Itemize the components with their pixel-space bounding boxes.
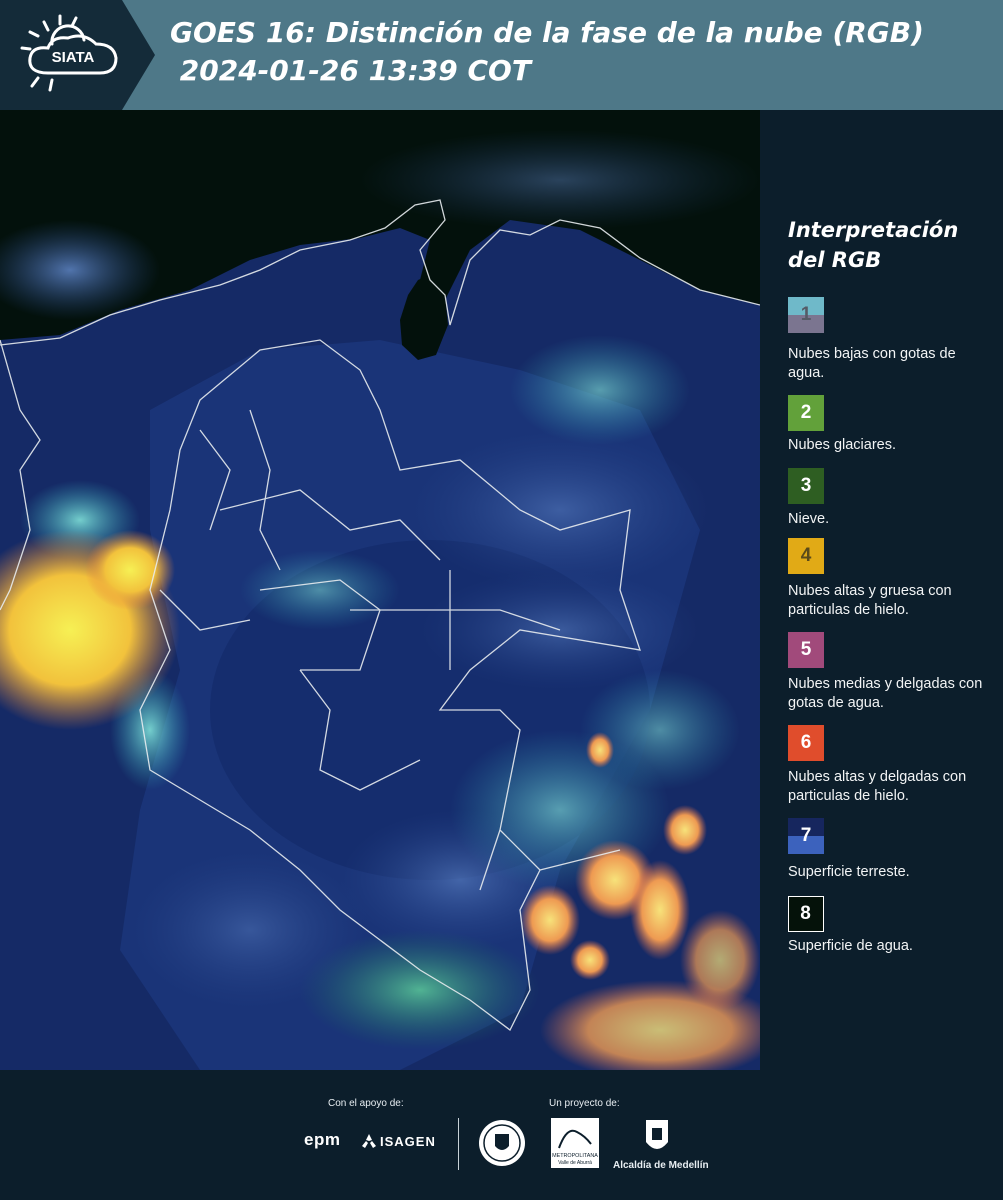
legend-heading-line-1: Interpretación [788, 218, 959, 242]
legend-label-7: Superficie terreste. [788, 864, 910, 880]
legend-label-3: Nieve. [788, 511, 830, 527]
page-title: GOES 16: Distinción de la fase de la nub… [170, 14, 924, 90]
satellite-map [0, 110, 760, 1070]
legend-label-5: Nubes medias y delgadas con gotas de agu… [788, 676, 983, 711]
legend-panel: Interpretación del RGB 1 Nubes bajas con … [788, 215, 988, 954]
legend-number-2: 2 [800, 402, 812, 423]
siata-logo: SIATA [0, 0, 155, 110]
legend-number-6: 6 [800, 732, 812, 753]
legend-heading: Interpretación del RGB [788, 215, 988, 275]
alcaldia-medellin-label: Alcaldía de Medellín [613, 1160, 709, 1171]
support-label: Con el apoyo de: [328, 1098, 404, 1109]
medellin-shield-icon [646, 1120, 668, 1149]
footer: Con el apoyo de: Un proyecto de: epm ISA… [0, 1070, 1003, 1200]
legend-swatch-8: 8 [788, 896, 824, 932]
legend-number-7: 7 [800, 825, 812, 846]
university-seal-icon [479, 1120, 525, 1166]
legend-number-5: 5 [800, 639, 812, 660]
logo-text: SIATA [52, 49, 95, 66]
title-line-2: 2024-01-26 13:39 COT [170, 54, 531, 87]
project-label: Un proyecto de: [549, 1098, 620, 1109]
satellite-image [0, 110, 760, 1070]
legend-label-6: Nubes altas y delgadas con particulas de… [788, 769, 967, 804]
legend-label-2: Nubes glaciares. [788, 437, 896, 453]
epm-logo: epm [304, 1130, 341, 1149]
legend-swatch-1: 1 [788, 297, 824, 333]
footer-divider [458, 1118, 459, 1170]
legend-number-1: 1 [800, 304, 812, 325]
legend-number-3: 3 [800, 475, 812, 496]
legend-swatch-5: 5 [788, 632, 824, 668]
legend-label-1: Nubes bajas con gotas de agua. [788, 346, 956, 381]
legend-number-8: 8 [800, 903, 811, 924]
title-line-1: GOES 16: Distinción de la fase de la nub… [170, 16, 924, 49]
isagen-icon [362, 1134, 376, 1148]
legend-swatch-2: 2 [788, 395, 824, 431]
legend-heading-line-2: del RGB [788, 248, 882, 272]
isagen-logo: ISAGEN [380, 1134, 436, 1149]
partner1-line-2: Valle de Aburrá [558, 1160, 592, 1166]
legend-swatch-4: 4 [788, 538, 824, 574]
legend-swatch-6: 6 [788, 725, 824, 761]
legend-swatch-7: 7 [788, 818, 824, 854]
header-bar: SIATA GOES 16: Distinción de la fase de … [0, 0, 1003, 110]
legend-label-8: Superficie de agua. [788, 938, 913, 954]
legend-swatch-3: 3 [788, 468, 824, 504]
legend-label-4: Nubes altas y gruesa con particulas de h… [788, 583, 952, 618]
partner1-line-1: METROPOLITANA [552, 1153, 598, 1159]
legend-number-4: 4 [800, 545, 812, 566]
area-metropolitana-logo: METROPOLITANA Valle de Aburrá [551, 1118, 599, 1168]
